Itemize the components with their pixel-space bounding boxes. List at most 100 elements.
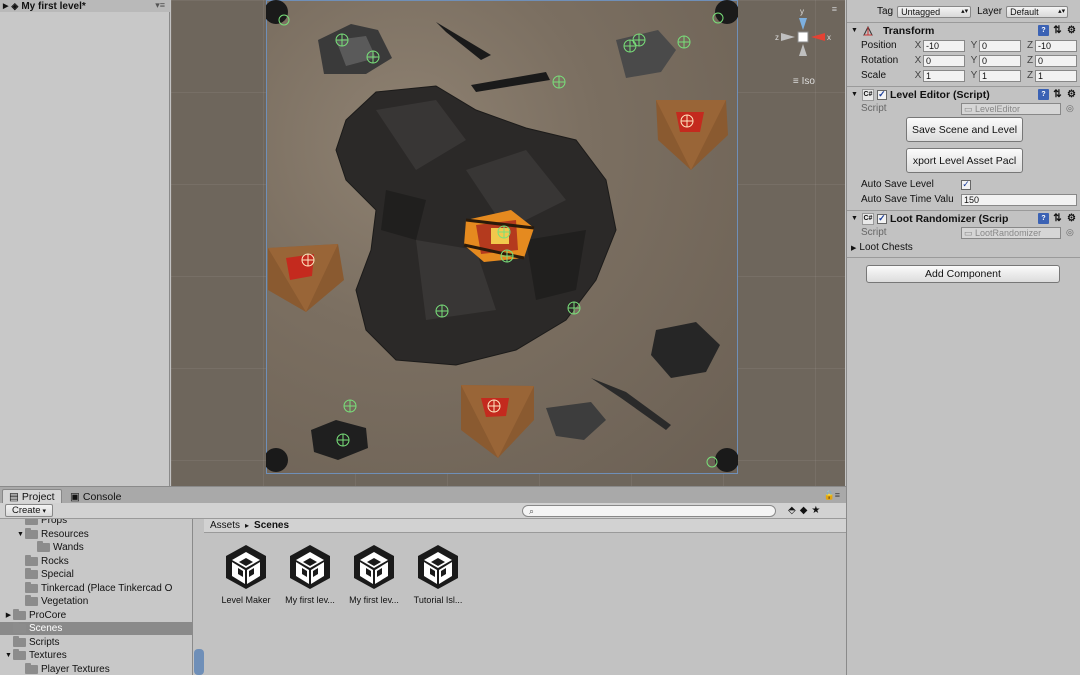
help-book-icon[interactable]: ?: [1038, 89, 1049, 100]
loot-randomizer-script-field[interactable]: ▭ LootRandomizer: [961, 226, 1061, 239]
panel-lock-menu-icon[interactable]: 🔒≡: [824, 490, 840, 501]
rock-bottom-center: [546, 402, 606, 440]
folder-item[interactable]: Vegetation: [0, 595, 192, 608]
create-button[interactable]: Create ▾: [5, 504, 54, 517]
project-toolbar: Create ▾ ⌕ ⬘ ◆ ★: [0, 503, 846, 519]
expand-arrow-icon[interactable]: ▶: [851, 244, 856, 252]
folder-item[interactable]: ▶ ProCore: [0, 608, 192, 622]
settings-gear-icon[interactable]: ⚙: [1066, 89, 1077, 100]
auto-save-time-input[interactable]: 150: [961, 193, 1077, 206]
search-input[interactable]: ⌕: [522, 505, 776, 517]
folder-label: Props: [41, 519, 68, 526]
folder-expand-arrow-icon[interactable]: ▼: [4, 652, 13, 659]
add-component-button[interactable]: Add Component: [866, 265, 1060, 283]
project-folder-tree: Props ▼ Resources Wands Rocks Special Tinkerca…: [0, 519, 193, 675]
level-editor-header[interactable]: ▼ C# ✓ Level Editor (Script) ? ⇅ ⚙: [847, 86, 1080, 102]
expand-arrow-icon[interactable]: ▶: [3, 2, 8, 10]
level-editor-enabled-checkbox[interactable]: ✓: [876, 89, 887, 100]
folder-tree-scrollbar[interactable]: [194, 649, 204, 675]
folder-item[interactable]: ▼ Textures: [0, 649, 192, 662]
collapse-arrow-icon[interactable]: ▼: [851, 215, 858, 222]
save-scene-level-button[interactable]: Save Scene and Level: [906, 117, 1023, 142]
transform-y-input[interactable]: 0: [979, 54, 1021, 67]
folder-icon: [25, 519, 38, 525]
object-picker-icon[interactable]: ◎: [1066, 227, 1074, 238]
transform-z-input[interactable]: 0: [1035, 54, 1077, 67]
level-editor-script-field[interactable]: ▭ LevelEditor: [961, 102, 1061, 115]
transform-x-input[interactable]: 0: [923, 54, 965, 67]
dropdown-arrow-icon: ▾: [42, 507, 47, 515]
breadcrumb-scenes[interactable]: Scenes: [254, 520, 289, 531]
transform-y-input[interactable]: 1: [979, 69, 1021, 82]
folder-item[interactable]: Scripts: [0, 635, 192, 649]
breadcrumb-assets[interactable]: Assets: [210, 520, 240, 531]
tab-console[interactable]: ▣ Console: [64, 489, 127, 504]
scene-asset[interactable]: Level Maker: [214, 543, 278, 613]
scene-view[interactable]: y x z ≡ ≡ Iso: [171, 0, 845, 486]
tag-dropdown[interactable]: Untagged ▴▾: [897, 5, 972, 18]
asset-label: Level Maker: [221, 595, 271, 605]
folder-expand-arrow-icon[interactable]: ▶: [4, 611, 13, 619]
scene-name: My first level*: [21, 0, 86, 12]
hierarchy-scene-row[interactable]: ▶ ◈ My first level*: [0, 0, 170, 12]
folder-item[interactable]: ▼ Resources: [0, 527, 192, 541]
folder-item[interactable]: Props: [0, 519, 192, 527]
script-icon: C#: [861, 88, 874, 101]
hierarchy-panel: ▶ ◈ My first level* ▾≡: [0, 0, 170, 486]
loot-randomizer-header[interactable]: ▼ C# ✓ Loot Randomizer (Scrip ? ⇅ ⚙: [847, 210, 1080, 226]
preset-icon[interactable]: ⇅: [1052, 89, 1063, 100]
projection-toggle[interactable]: ≡ Iso: [793, 76, 815, 87]
orientation-gizmo[interactable]: y x z: [773, 4, 833, 84]
preset-icon[interactable]: ⇅: [1052, 25, 1063, 36]
tab-project[interactable]: ▤ Project: [2, 489, 62, 504]
filter-by-label-icon[interactable]: ◆: [800, 505, 808, 516]
rock-mid-right: [651, 322, 720, 378]
object-picker-icon[interactable]: ◎: [1066, 103, 1074, 114]
hierarchy-menu-icon[interactable]: ▾≡: [155, 0, 165, 11]
folder-item[interactable]: Rocks: [0, 554, 192, 568]
transform-x-input[interactable]: -10: [923, 39, 965, 52]
transform-z-input[interactable]: -10: [1035, 39, 1077, 52]
unity-scene-icon: [226, 545, 266, 589]
folder-item[interactable]: Player Textures: [0, 662, 192, 675]
scene-asset[interactable]: My first lev...: [342, 543, 406, 613]
z-axis-label: Z: [1026, 70, 1034, 81]
help-book-icon[interactable]: ?: [1038, 213, 1049, 224]
assets-grid: Assets ▸ Scenes Level Maker My first lev.…: [204, 519, 846, 675]
folder-expand-arrow-icon[interactable]: ▼: [16, 531, 25, 538]
settings-gear-icon[interactable]: ⚙: [1066, 25, 1077, 36]
scene-asset[interactable]: My first lev...: [278, 543, 342, 613]
transform-title: Transform: [882, 24, 935, 37]
tag-label: Tag: [877, 6, 894, 17]
folder-item[interactable]: Special: [0, 568, 192, 581]
bottom-tabs-bar: ▤ Project ▣ Console 🔒≡: [0, 486, 846, 504]
collapse-arrow-icon[interactable]: ▼: [851, 27, 858, 34]
transform-x-input[interactable]: 1: [923, 69, 965, 82]
scene-asset[interactable]: Tutorial Isl...: [406, 543, 470, 613]
collapse-arrow-icon[interactable]: ▼: [851, 91, 858, 98]
transform-header[interactable]: ▼ Transform ? ⇅ ⚙: [847, 22, 1080, 38]
layer-dropdown[interactable]: Default ▴▾: [1006, 5, 1069, 18]
loot-randomizer-enabled-checkbox[interactable]: ✓: [876, 213, 887, 224]
folder-label: Scenes: [29, 623, 63, 634]
transform-y-input[interactable]: 0: [979, 39, 1021, 52]
preset-icon[interactable]: ⇅: [1052, 213, 1063, 224]
help-book-icon[interactable]: ?: [1038, 25, 1049, 36]
x-axis-label: X: [914, 55, 922, 66]
transform-row-scale: Scale X 1 Y 1 Z 1: [847, 68, 1080, 83]
folder-item[interactable]: Wands: [0, 541, 192, 554]
transform-z-input[interactable]: 1: [1035, 69, 1077, 82]
folder-item[interactable]: Tinkercad (Place Tinkercad O: [0, 581, 192, 595]
favorites-star-icon[interactable]: ★: [811, 505, 820, 516]
scene-menu-icon[interactable]: ≡: [832, 4, 837, 14]
breadcrumb: Assets ▸ Scenes: [204, 519, 846, 533]
auto-save-checkbox[interactable]: ✓: [961, 179, 971, 190]
folder-label: Rocks: [41, 555, 69, 567]
filter-by-type-icon[interactable]: ⬘: [788, 505, 796, 516]
folder-item[interactable]: Scenes: [0, 622, 192, 635]
export-level-asset-button[interactable]: xport Level Asset Pacl: [906, 148, 1023, 173]
scene-objects[interactable]: [266, 0, 738, 474]
loot-chests-row[interactable]: ▶ Loot Chests: [847, 240, 1080, 255]
auto-save-time-row: Auto Save Time Valu 150: [847, 192, 1080, 207]
settings-gear-icon[interactable]: ⚙: [1066, 213, 1077, 224]
